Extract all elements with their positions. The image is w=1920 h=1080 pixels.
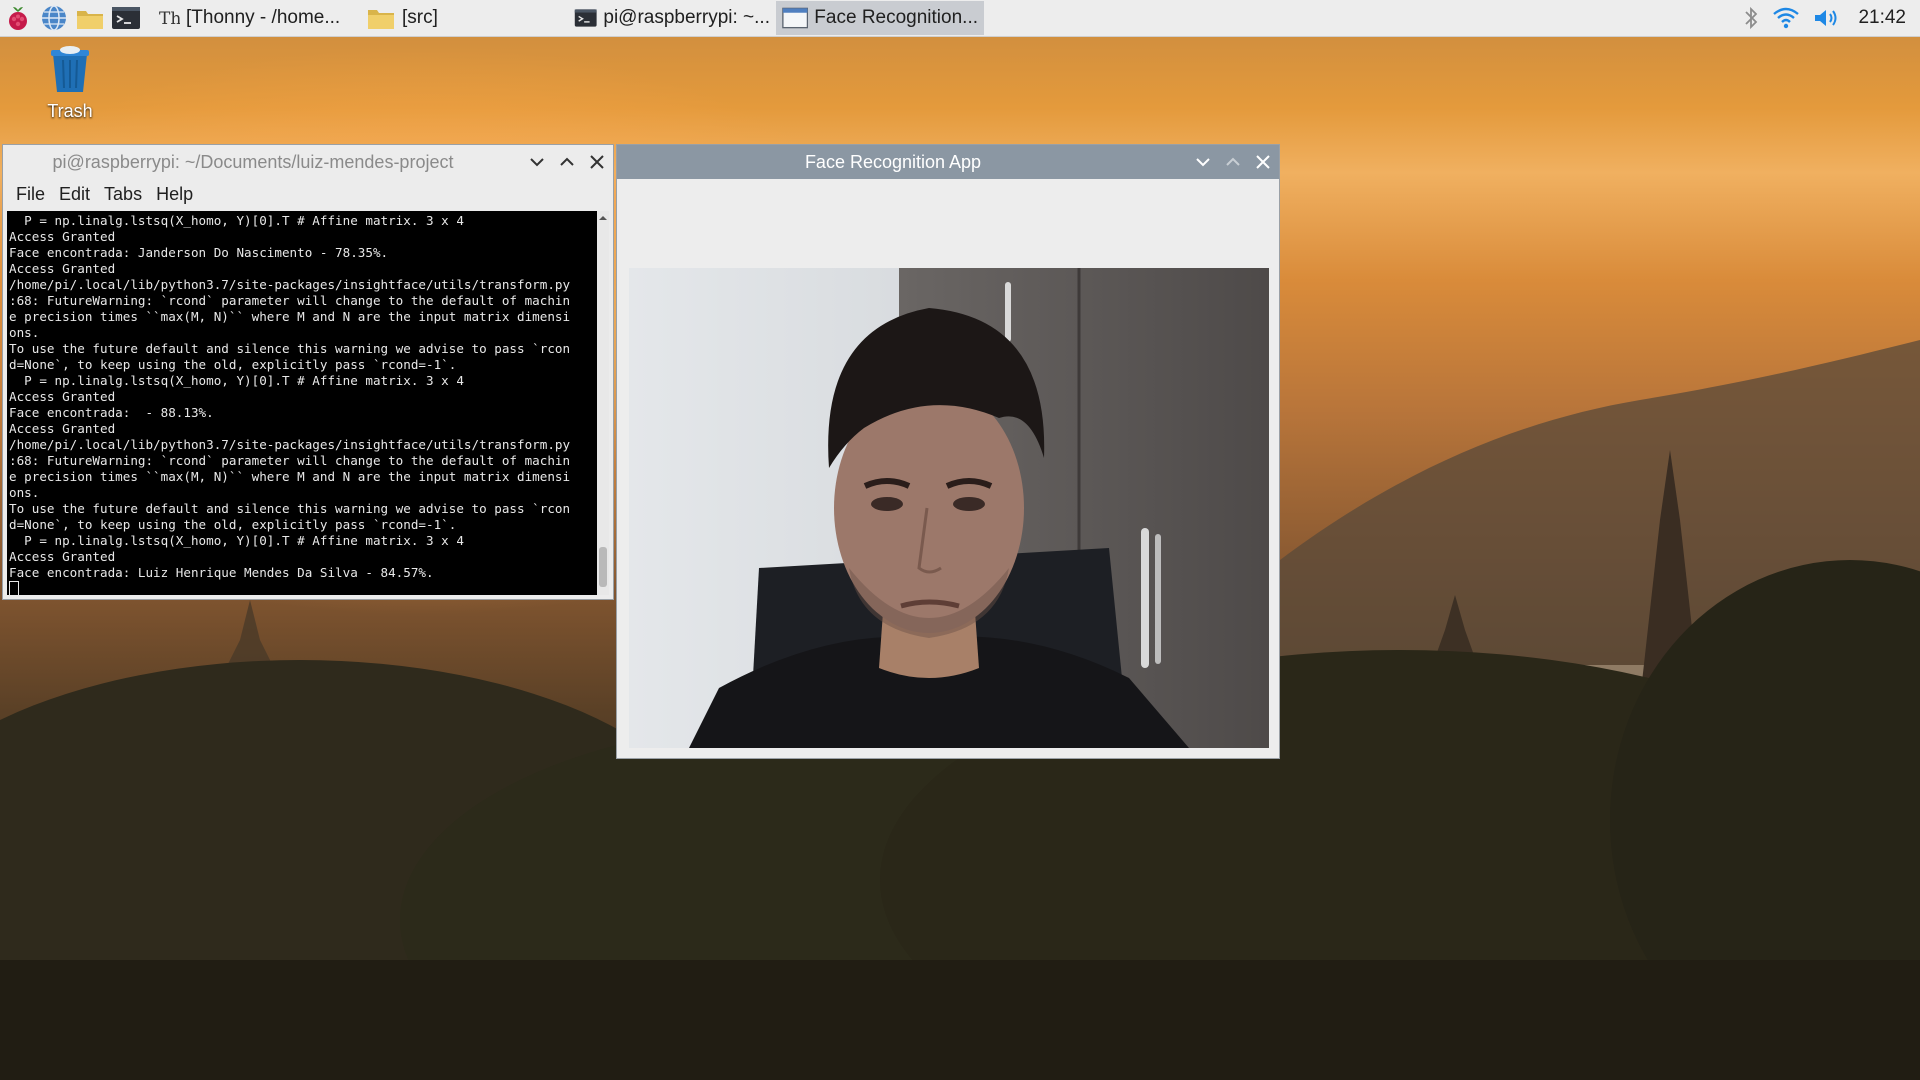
trash-label: Trash <box>47 101 93 121</box>
terminal-icon <box>574 9 597 27</box>
terminal-line: /home/pi/.local/lib/python3.7/site-packa… <box>9 277 571 292</box>
trash-icon <box>51 46 89 92</box>
maximize-button[interactable] <box>1223 152 1243 172</box>
svg-text:Th: Th <box>159 9 180 29</box>
web-browser-icon <box>42 5 66 31</box>
volume-icon[interactable] <box>1812 5 1840 31</box>
scroll-up-arrow-icon[interactable] <box>597 213 609 223</box>
file-manager-button[interactable] <box>72 0 108 36</box>
terminal-line: :68: FutureWarning: `rcond` parameter wi… <box>9 293 571 308</box>
terminal-line: Access Granted <box>9 261 116 276</box>
task-face-recognition-label: Face Recognition... <box>814 7 978 28</box>
task-terminal[interactable]: pi@raspberrypi: ~... <box>568 1 776 35</box>
terminal-cursor <box>9 581 19 595</box>
menu-edit[interactable]: Edit <box>52 184 97 205</box>
task-terminal-label: pi@raspberrypi: ~... <box>603 7 770 28</box>
terminal-line: P = np.linalg.lstsq(X_homo, Y)[0].T # Af… <box>24 533 464 548</box>
terminal-line: /home/pi/.local/lib/python3.7/site-packa… <box>9 437 571 452</box>
bluetooth-icon[interactable] <box>1742 5 1760 31</box>
terminal-line: Access Granted <box>9 229 116 244</box>
minimize-button[interactable] <box>527 152 547 172</box>
terminal-line: Access Granted <box>9 421 116 436</box>
terminal-line: e precision times ``max(M, N)`` where M … <box>9 469 571 484</box>
terminal-line: Access Granted <box>9 549 116 564</box>
folder-icon <box>368 10 394 29</box>
menu-tabs[interactable]: Tabs <box>97 184 149 205</box>
terminal-window: pi@raspberrypi: ~/Documents/luiz-mendes-… <box>3 145 613 599</box>
terminal-line: ons. <box>9 325 40 340</box>
terminal-text: P = np.linalg.lstsq(X_homo, Y)[0].T # Af… <box>7 211 601 595</box>
terminal-line: e precision times ``max(M, N)`` where M … <box>9 309 571 324</box>
terminal-scrollbar[interactable] <box>597 211 609 595</box>
raspberry-menu-button[interactable] <box>0 0 36 36</box>
task-thonny-label: [Thonny - /home... <box>186 7 341 28</box>
camera-feed <box>629 268 1269 748</box>
file-manager-icon <box>77 11 103 29</box>
clock[interactable]: 21:42 <box>1858 7 1906 29</box>
taskbar: Th [Thonny - /home... [src] pi@raspberry… <box>0 0 1920 37</box>
scrollbar-thumb[interactable] <box>599 547 607 587</box>
system-tray: 21:42 <box>1742 0 1920 36</box>
terminal-line: Face encontrada: Janderson Do Nascimento… <box>9 245 389 260</box>
close-button[interactable] <box>1253 152 1273 172</box>
thonny-icon: Th <box>159 9 180 29</box>
camera-image <box>629 268 1269 748</box>
menu-file[interactable]: File <box>9 184 52 205</box>
terminal-output[interactable]: P = np.linalg.lstsq(X_homo, Y)[0].T # Af… <box>7 211 601 595</box>
face-app-titlebar[interactable]: Face Recognition App <box>617 145 1279 179</box>
raspberry-menu-icon <box>9 7 27 30</box>
terminal-icon <box>112 7 140 29</box>
terminal-menubar: File Edit Tabs Help <box>3 179 613 209</box>
wifi-icon[interactable] <box>1772 5 1800 31</box>
terminal-line: P = np.linalg.lstsq(X_homo, Y)[0].T # Af… <box>24 373 464 388</box>
terminal-line: Face encontrada: - 88.13%. <box>9 405 214 420</box>
terminal-line: ons. <box>9 485 40 500</box>
terminal-line: To use the future default and silence th… <box>9 501 571 516</box>
desktop-trash[interactable]: Trash <box>40 44 100 122</box>
web-browser-button[interactable] <box>36 0 72 36</box>
task-face-recognition[interactable]: Face Recognition... <box>776 1 984 35</box>
chevron-up-icon <box>1226 157 1240 166</box>
terminal-line: d=None`, to keep using the old, explicit… <box>9 517 457 532</box>
menu-help[interactable]: Help <box>149 184 200 205</box>
face-recognition-window: Face Recognition App <box>617 145 1279 758</box>
terminal-titlebar[interactable]: pi@raspberrypi: ~/Documents/luiz-mendes-… <box>3 145 613 179</box>
maximize-button[interactable] <box>557 152 577 172</box>
terminal-line: Access Granted <box>9 389 116 404</box>
window-icon <box>782 7 809 29</box>
minimize-button[interactable] <box>1193 152 1213 172</box>
close-button[interactable] <box>587 152 607 172</box>
terminal-window-controls <box>527 145 607 179</box>
terminal-line: :68: FutureWarning: `rcond` parameter wi… <box>9 453 571 468</box>
terminal-button[interactable] <box>108 0 144 36</box>
terminal-line: d=None`, to keep using the old, explicit… <box>9 357 457 372</box>
chevron-up-icon <box>560 157 574 166</box>
face-app-window-controls <box>1193 145 1273 179</box>
task-src-folder[interactable]: [src] <box>360 1 568 35</box>
terminal-title: pi@raspberrypi: ~/Documents/luiz-mendes-… <box>52 151 454 172</box>
close-icon <box>1256 155 1270 169</box>
task-thonny[interactable]: Th [Thonny - /home... <box>152 1 360 35</box>
task-src-label: [src] <box>402 7 438 28</box>
close-icon <box>590 155 604 169</box>
face-app-title: Face Recognition App <box>804 151 982 172</box>
terminal-line: P = np.linalg.lstsq(X_homo, Y)[0].T # Af… <box>24 213 464 228</box>
terminal-line: Face encontrada: Luiz Henrique Mendes Da… <box>9 565 434 580</box>
chevron-down-icon <box>1196 158 1210 167</box>
chevron-down-icon <box>530 158 544 167</box>
terminal-line: To use the future default and silence th… <box>9 341 571 356</box>
